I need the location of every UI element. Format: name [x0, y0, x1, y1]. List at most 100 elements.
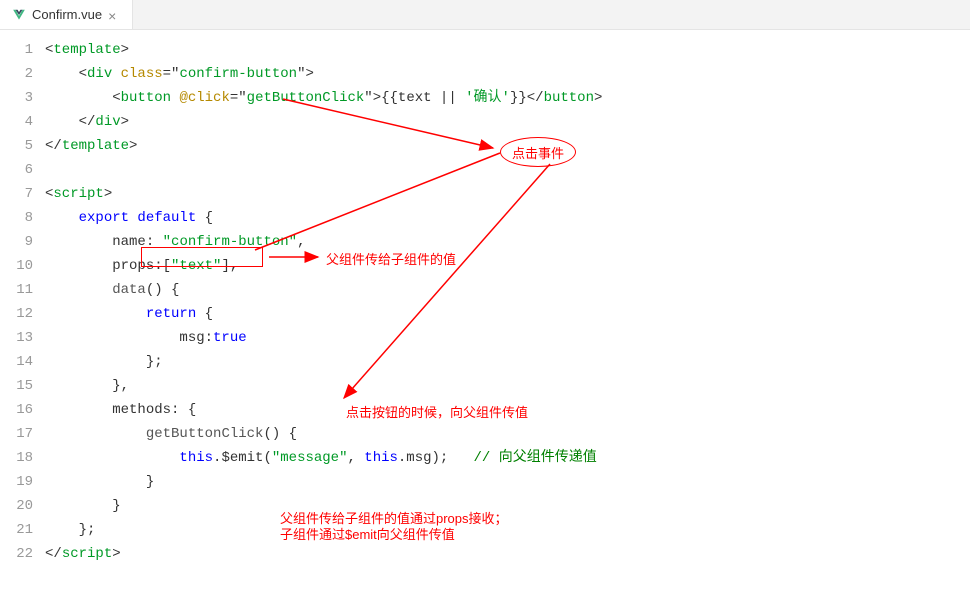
token-bracket: >: [121, 110, 129, 134]
token-punct: }: [112, 494, 120, 518]
token-bracket: </: [45, 134, 62, 158]
token-property: name:: [112, 230, 162, 254]
code-area[interactable]: <template> <div class="confirm-button"> …: [45, 30, 970, 570]
token-identifier: text ||: [398, 86, 465, 110]
token-punct: ,: [297, 230, 305, 254]
line-numbers: 12345678910111213141516171819202122: [0, 30, 45, 570]
line-number: 10: [10, 254, 33, 278]
token-tag: button: [544, 86, 594, 110]
line-number: 7: [10, 182, 33, 206]
token-dollar: $emit: [221, 446, 263, 470]
code-line[interactable]: <button @click="getButtonClick">{{text |…: [45, 86, 970, 110]
code-line[interactable]: props:["text"],: [45, 254, 970, 278]
token-string: '确认': [465, 86, 510, 110]
token-punct: () {: [263, 422, 297, 446]
line-number: 3: [10, 86, 33, 110]
code-line[interactable]: <script>: [45, 182, 970, 206]
line-number: 4: [10, 110, 33, 134]
line-number: 12: [10, 302, 33, 326]
line-number: 11: [10, 278, 33, 302]
code-line[interactable]: };: [45, 518, 970, 542]
token-string: "message": [272, 446, 348, 470]
code-line[interactable]: return {: [45, 302, 970, 326]
token-method-name: getButtonClick: [146, 422, 264, 446]
token-punct: =": [230, 86, 247, 110]
tab-title: Confirm.vue: [32, 7, 102, 22]
token-bracket: >: [112, 542, 120, 566]
line-number: 17: [10, 422, 33, 446]
code-line[interactable]: },: [45, 374, 970, 398]
token-punct: {: [205, 302, 213, 326]
line-number: 6: [10, 158, 33, 182]
token-property: props:[: [112, 254, 171, 278]
token-punct: };: [79, 518, 96, 542]
token-bracket: <: [79, 62, 87, 86]
code-editor[interactable]: 12345678910111213141516171819202122 <tem…: [0, 30, 970, 570]
token-comment: // 向父组件传递值: [474, 446, 597, 470]
line-number: 19: [10, 470, 33, 494]
token-tag: script: [53, 182, 103, 206]
token-punct: () {: [146, 278, 180, 302]
line-number: 22: [10, 542, 33, 566]
file-tab[interactable]: Confirm.vue ×: [0, 0, 133, 29]
code-line[interactable]: [45, 158, 970, 182]
code-line[interactable]: };: [45, 350, 970, 374]
token-keyword: export default: [79, 206, 205, 230]
token-bracket: </: [527, 86, 544, 110]
close-icon[interactable]: ×: [108, 9, 120, 21]
code-line[interactable]: export default {: [45, 206, 970, 230]
token-tag: template: [53, 38, 120, 62]
code-line[interactable]: msg:true: [45, 326, 970, 350]
token-boolean-lit: true: [213, 326, 247, 350]
token-punct: .: [213, 446, 221, 470]
token-string: "confirm-button": [163, 230, 297, 254]
line-number: 1: [10, 38, 33, 62]
token-tag: button: [121, 86, 180, 110]
line-number: 18: [10, 446, 33, 470]
code-line[interactable]: </script>: [45, 542, 970, 566]
token-attr-name: class: [121, 62, 163, 86]
code-line[interactable]: <div class="confirm-button">: [45, 62, 970, 86]
token-tag: div: [95, 110, 120, 134]
line-number: 20: [10, 494, 33, 518]
token-bracket: >: [121, 38, 129, 62]
code-line[interactable]: methods: {: [45, 398, 970, 422]
token-punct: {{: [381, 86, 398, 110]
token-attr-value: confirm-button: [179, 62, 297, 86]
code-line[interactable]: }: [45, 494, 970, 518]
code-line[interactable]: name: "confirm-button",: [45, 230, 970, 254]
line-number: 9: [10, 230, 33, 254]
token-string: "text": [171, 254, 221, 278]
code-line[interactable]: </template>: [45, 134, 970, 158]
code-line[interactable]: </div>: [45, 110, 970, 134]
token-bracket: </: [45, 542, 62, 566]
token-tag: script: [62, 542, 112, 566]
line-number: 13: [10, 326, 33, 350]
line-number: 15: [10, 374, 33, 398]
line-number: 14: [10, 350, 33, 374]
token-punct: ">: [364, 86, 381, 110]
token-attr-name: @click: [179, 86, 229, 110]
token-punct: }}: [510, 86, 527, 110]
token-keyword: return: [146, 302, 205, 326]
token-punct: =": [163, 62, 180, 86]
vue-icon: [12, 8, 26, 22]
code-line[interactable]: }: [45, 470, 970, 494]
line-number: 21: [10, 518, 33, 542]
code-line[interactable]: data() {: [45, 278, 970, 302]
token-tag: template: [62, 134, 129, 158]
token-bracket: </: [79, 110, 96, 134]
line-number: 16: [10, 398, 33, 422]
code-line[interactable]: this.$emit("message", this.msg); // 向父组件…: [45, 446, 970, 470]
code-line[interactable]: <template>: [45, 38, 970, 62]
token-bracket: <: [112, 86, 120, 110]
line-number: 2: [10, 62, 33, 86]
code-line[interactable]: getButtonClick() {: [45, 422, 970, 446]
token-keyword: this: [179, 446, 213, 470]
token-punct: }: [146, 470, 154, 494]
token-attr-value: getButtonClick: [247, 86, 365, 110]
token-punct: ,: [347, 446, 364, 470]
tab-bar: Confirm.vue ×: [0, 0, 970, 30]
line-number: 5: [10, 134, 33, 158]
token-bracket: >: [104, 182, 112, 206]
